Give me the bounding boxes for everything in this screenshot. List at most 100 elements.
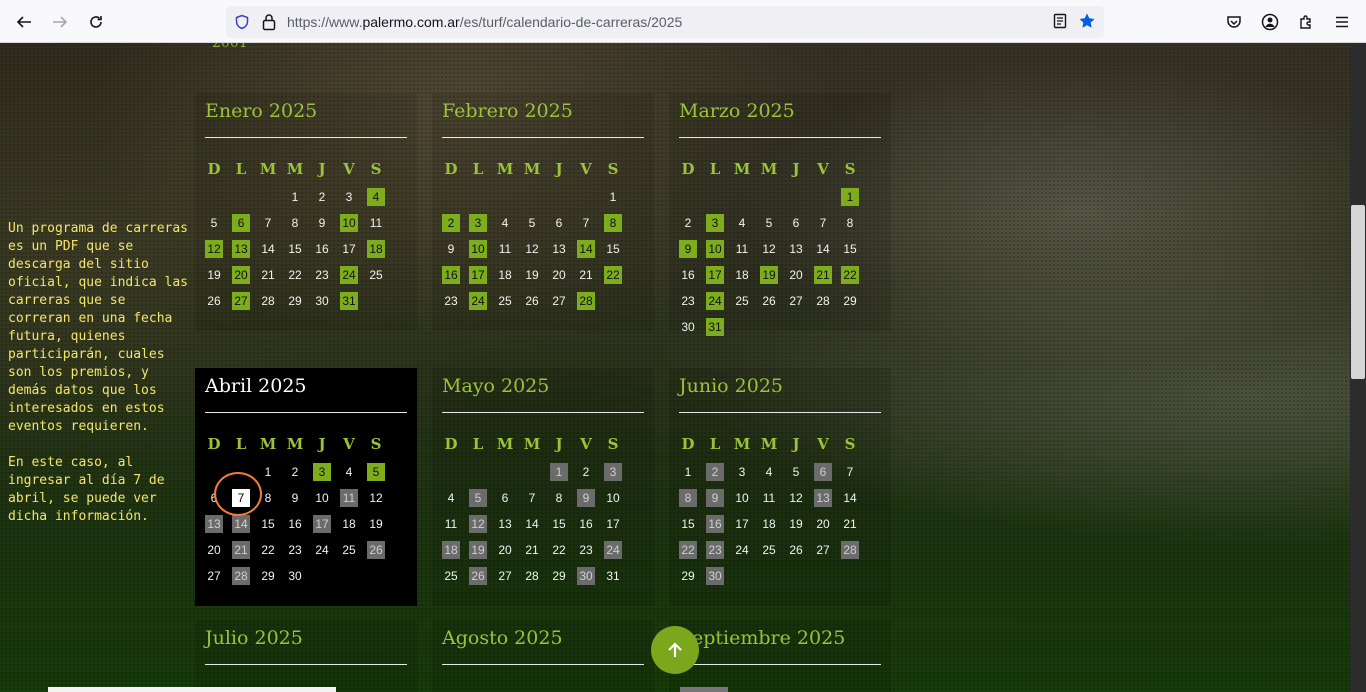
calendar-day[interactable]: 9	[706, 489, 724, 507]
scrollbar-thumb[interactable]	[1351, 205, 1365, 379]
calendar-day[interactable]: 28	[841, 541, 859, 559]
calendar-day[interactable]: 13	[814, 489, 832, 507]
calendar-day: 15	[681, 517, 695, 531]
calendar-day[interactable]: 6	[814, 463, 832, 481]
calendar-day[interactable]: 24	[469, 292, 487, 310]
calendar-day[interactable]: 1	[550, 463, 568, 481]
calendar-day[interactable]: 17	[706, 266, 724, 284]
calendar-day[interactable]: 2	[442, 214, 460, 232]
calendar-day[interactable]: 28	[577, 292, 595, 310]
calendar-day: 11	[369, 216, 383, 230]
calendar-day: 18	[342, 517, 356, 531]
calendar-day[interactable]: 3	[706, 214, 724, 232]
calendar-day: 22	[261, 543, 275, 557]
calendar-day[interactable]: 24	[706, 292, 724, 310]
calendar-day[interactable]: 3	[604, 463, 622, 481]
reload-button[interactable]	[82, 8, 110, 36]
calendar-day[interactable]: 10	[706, 240, 724, 258]
pocket-button[interactable]	[1220, 8, 1248, 36]
calendar-day: 5	[210, 216, 218, 230]
calendar-day[interactable]: 22	[679, 541, 697, 559]
weekday-label: S	[607, 435, 619, 453]
calendar-day[interactable]: 13	[232, 240, 250, 258]
calendar-day[interactable]: 8	[604, 214, 622, 232]
shield-icon[interactable]	[234, 14, 250, 30]
calendar-day[interactable]: 26	[367, 541, 385, 559]
calendar-day: 28	[525, 569, 539, 583]
highlight-circle	[214, 472, 262, 516]
weekday-label: S	[370, 435, 382, 453]
annotation-note: Un programa de carreras es un PDF que se…	[8, 220, 190, 544]
bookmark-star-icon[interactable]	[1078, 12, 1096, 30]
calendar-day[interactable]: 5	[367, 463, 385, 481]
calendar-day[interactable]: 19	[760, 266, 778, 284]
calendar-day: 30	[681, 320, 695, 334]
calendar-day[interactable]: 6	[232, 214, 250, 232]
url-bar[interactable]: https://www.palermo.com.ar/es/turf/calen…	[226, 6, 1104, 38]
calendar-day[interactable]: 1	[841, 188, 859, 206]
calendar-day: 2	[582, 465, 590, 479]
calendar-day[interactable]: 17	[313, 515, 331, 533]
calendar-day[interactable]: 12	[205, 240, 223, 258]
calendar-day[interactable]: 4	[367, 188, 385, 206]
back-button[interactable]	[10, 8, 38, 36]
calendar-day[interactable]: 26	[469, 567, 487, 585]
calendar-day[interactable]: 5	[469, 489, 487, 507]
calendar-day: 12	[762, 242, 776, 256]
calendar-day[interactable]: 18	[367, 240, 385, 258]
forward-button[interactable]	[46, 8, 74, 36]
arrow-up-icon	[668, 642, 682, 657]
back-icon	[16, 16, 31, 28]
scroll-top-button[interactable]	[651, 626, 699, 674]
extensions-button[interactable]	[1292, 8, 1320, 36]
calendar-day[interactable]: 16	[442, 266, 460, 284]
calendar-day[interactable]: 14	[232, 515, 250, 533]
calendar-day: 4	[447, 491, 455, 505]
calendar-day[interactable]: 3	[469, 214, 487, 232]
calendar-day[interactable]: 20	[232, 266, 250, 284]
calendar-day[interactable]: 17	[469, 266, 487, 284]
weekday-label: D	[207, 435, 221, 453]
reader-view-icon[interactable]	[1052, 13, 1068, 29]
account-button[interactable]	[1256, 8, 1284, 36]
calendar-day[interactable]: 21	[814, 266, 832, 284]
calendar-day[interactable]: 10	[469, 240, 487, 258]
calendar-day[interactable]: 22	[604, 266, 622, 284]
calendar-day[interactable]: 19	[469, 541, 487, 559]
calendar-day[interactable]: 21	[232, 541, 250, 559]
calendar-day[interactable]: 31	[340, 292, 358, 310]
calendar-day[interactable]: 10	[340, 214, 358, 232]
year-link[interactable]: 2001	[212, 43, 248, 51]
calendar-day[interactable]: 2	[706, 463, 724, 481]
calendar-day[interactable]: 24	[604, 541, 622, 559]
calendar-day[interactable]: 9	[679, 240, 697, 258]
calendar-day: 2	[318, 190, 326, 204]
calendar-day: 20	[552, 268, 566, 282]
calendar-day[interactable]: 13	[205, 515, 223, 533]
calendar-day[interactable]: 3	[313, 463, 331, 481]
calendar-day[interactable]: 11	[340, 489, 358, 507]
calendar-day[interactable]: 22	[841, 266, 859, 284]
calendar-day[interactable]: 8	[679, 489, 697, 507]
weekday-label: S	[370, 160, 382, 178]
calendar-day[interactable]: 30	[706, 567, 724, 585]
calendar-day[interactable]: 16	[706, 515, 724, 533]
url-text[interactable]: https://www.palermo.com.ar/es/turf/calen…	[287, 14, 682, 30]
calendar-day[interactable]: 12	[469, 515, 487, 533]
calendar-day[interactable]: 14	[577, 240, 595, 258]
calendar-day[interactable]: 23	[706, 541, 724, 559]
calendar-day[interactable]: 18	[442, 541, 460, 559]
calendar-day[interactable]: 30	[577, 567, 595, 585]
calendar-day: 5	[528, 216, 536, 230]
calendar-day: 25	[498, 294, 512, 308]
calendar-day[interactable]: 28	[232, 567, 250, 585]
calendar-day: 30	[315, 294, 329, 308]
weekday-label: M	[259, 160, 277, 178]
menu-button[interactable]	[1328, 8, 1356, 36]
calendar-day[interactable]: 27	[232, 292, 250, 310]
calendar-day[interactable]: 31	[706, 318, 724, 336]
calendar-day[interactable]: 9	[577, 489, 595, 507]
month-5: Junio 2025 D L M M J V S 1 2 3 4 5 6 7 8 9 10 11 12 13 14 15 16…	[669, 368, 891, 606]
calendar-day[interactable]: 24	[340, 266, 358, 284]
lock-icon[interactable]	[261, 13, 277, 31]
